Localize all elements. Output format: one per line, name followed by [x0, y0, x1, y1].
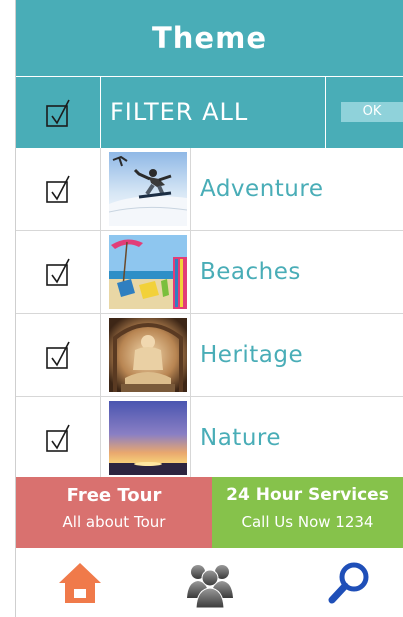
sunset-photo: [109, 401, 187, 475]
call-us-text: Call Us Now 1234: [241, 513, 374, 531]
app-screen: Theme FILTER ALL OK Adventure Beaches He…: [0, 0, 403, 617]
checkbox-checked-icon: [46, 99, 70, 127]
list-item[interactable]: Adventure: [16, 148, 403, 231]
filter-divider: [325, 77, 326, 148]
checkbox-checked-icon: [46, 341, 70, 369]
theme-checkbox[interactable]: [16, 231, 101, 313]
bottom-nav: [16, 548, 403, 617]
theme-label: Heritage: [200, 342, 304, 368]
theme-checkbox[interactable]: [16, 314, 101, 396]
filter-all-checkbox[interactable]: [16, 77, 101, 148]
beach-chairs-photo: [109, 235, 187, 309]
checkbox-checked-icon: [46, 258, 70, 286]
services-title: 24 Hour Services: [226, 485, 389, 505]
people-button[interactable]: [184, 558, 236, 608]
page-title: Theme: [152, 21, 267, 55]
filter-bar: FILTER ALL OK: [16, 76, 403, 148]
list-item[interactable]: Heritage: [16, 314, 403, 397]
row-divider: [190, 314, 191, 396]
theme-list: Adventure Beaches Heritage Nature: [16, 148, 403, 480]
snowboard-photo: [109, 152, 187, 226]
list-item[interactable]: Nature: [16, 397, 403, 480]
checkbox-checked-icon: [46, 175, 70, 203]
checkbox-checked-icon: [46, 424, 70, 452]
free-tour-title: Free Tour: [66, 485, 162, 506]
list-item[interactable]: Beaches: [16, 231, 403, 314]
services-banner[interactable]: 24 Hour Services Call Us Now 1234: [212, 477, 403, 548]
row-divider: [190, 397, 191, 479]
theme-label: Adventure: [200, 176, 324, 202]
filter-all-label: FILTER ALL: [110, 98, 249, 126]
theme-checkbox[interactable]: [16, 397, 101, 479]
theme-label: Beaches: [200, 259, 301, 285]
row-divider: [190, 231, 191, 313]
free-tour-subtitle: All about Tour: [62, 513, 166, 531]
home-icon: [59, 563, 101, 603]
promo-bar: Free Tour All about Tour 24 Hour Service…: [16, 477, 403, 548]
row-divider: [190, 148, 191, 230]
search-icon: [328, 562, 369, 604]
theme-checkbox[interactable]: [16, 148, 101, 230]
people-icon: [187, 565, 233, 608]
header-bar: Theme: [16, 0, 403, 76]
buddha-statue-photo: [109, 318, 187, 392]
search-button[interactable]: [324, 558, 376, 608]
ok-button[interactable]: OK: [341, 102, 403, 122]
free-tour-banner[interactable]: Free Tour All about Tour: [16, 477, 212, 548]
home-button[interactable]: [54, 558, 106, 608]
theme-label: Nature: [200, 425, 281, 451]
